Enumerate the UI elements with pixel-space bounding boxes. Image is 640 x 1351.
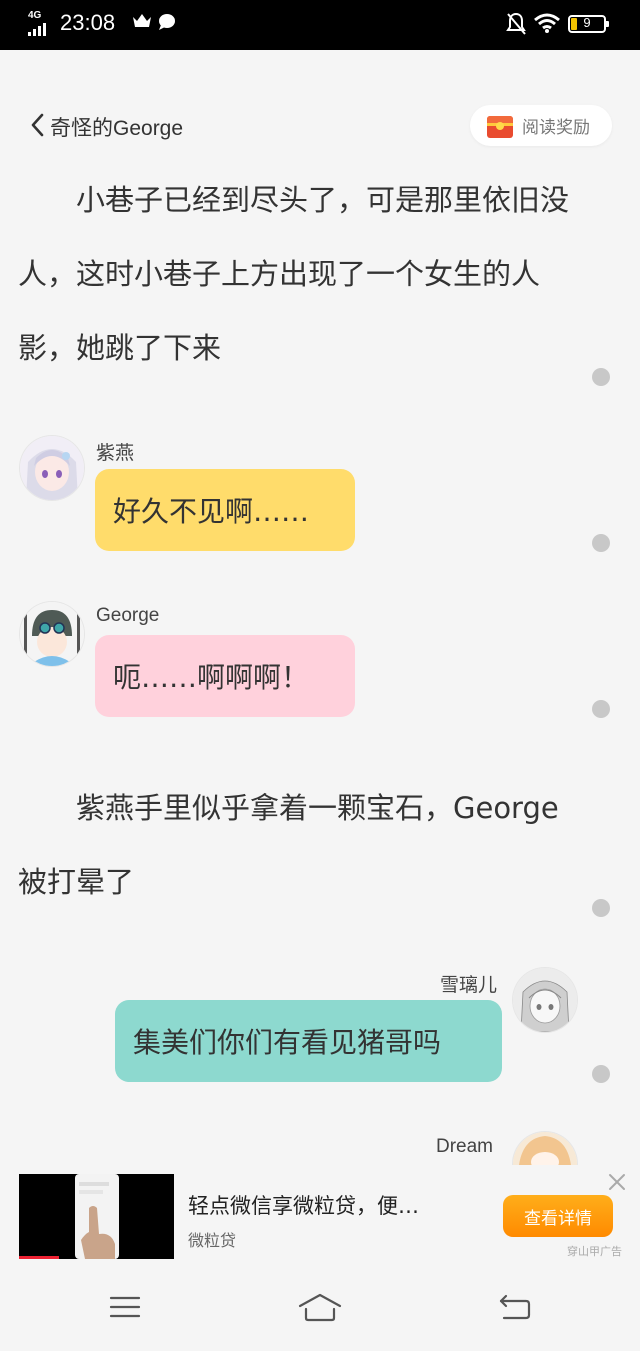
chevron-left-icon: [30, 113, 44, 141]
ad-source: 微粒贷: [188, 1231, 237, 1250]
close-icon[interactable]: [606, 1171, 628, 1193]
ad-banner[interactable]: 轻点微信享微粒贷，便… 微粒贷 查看详情 穿山甲广告: [0, 1165, 640, 1265]
notifications-off-icon: [506, 12, 526, 40]
speaker-name: 雪璃儿: [440, 975, 498, 996]
status-bar: 4G 23:08 9: [0, 0, 640, 50]
back-nav-button[interactable]: [485, 1289, 545, 1329]
chat-message-text: 呃……啊啊啊！: [113, 661, 310, 694]
comment-dot[interactable]: [592, 899, 610, 917]
network-type: 4G: [28, 10, 42, 21]
ad-view-details-button[interactable]: 查看详情: [503, 1195, 613, 1237]
ad-title[interactable]: 轻点微信享微粒贷，便…: [188, 1190, 419, 1220]
comment-dot[interactable]: [592, 534, 610, 552]
back-button[interactable]: 奇怪的George: [30, 110, 183, 144]
back-arrow-icon: [498, 1293, 532, 1325]
cellular-signal-icon: 4G: [26, 10, 52, 36]
battery-level: 9: [583, 15, 591, 30]
reading-reward-button[interactable]: 阅读奖励: [470, 105, 612, 146]
comment-dot[interactable]: [592, 700, 610, 718]
avatar[interactable]: [513, 1132, 577, 1165]
home-icon: [297, 1292, 343, 1326]
chat-bubble-icon: [157, 12, 177, 36]
comment-dot[interactable]: [592, 368, 610, 386]
narration-paragraph: 小巷子已经到尽头了，可是那里依旧没人，这时小巷子上方出现了一个女生的人影，她跳了…: [18, 183, 570, 365]
ad-tag: 穿山甲广告: [567, 1245, 622, 1258]
speaker-name: George: [96, 605, 160, 626]
narration-paragraph: 紫燕手里似乎拿着一颗宝石，George被打晕了: [18, 791, 559, 899]
system-nav-bar: [0, 1265, 640, 1351]
battery-icon: 9: [568, 15, 609, 33]
menu-icon: [109, 1295, 141, 1323]
comment-dot[interactable]: [592, 1065, 610, 1083]
status-time: 23:08: [60, 10, 116, 35]
story-title: 奇怪的George: [50, 117, 184, 140]
wifi-icon: [533, 12, 561, 38]
crown-icon: [132, 12, 152, 34]
speaker-name: 紫燕: [96, 443, 135, 464]
chat-message-text: 好久不见啊……: [113, 495, 310, 528]
avatar[interactable]: [513, 968, 577, 1032]
menu-button[interactable]: [95, 1289, 155, 1329]
chat-bubble: 呃……啊啊啊！: [95, 635, 355, 717]
avatar[interactable]: [20, 602, 84, 666]
red-envelope-icon: [486, 113, 514, 139]
reading-reward-label: 阅读奖励: [522, 118, 590, 138]
speaker-name: Dream: [436, 1136, 494, 1157]
chat-bubble: 集美们你们有看见猪哥吗: [115, 1000, 502, 1082]
ad-image[interactable]: [19, 1174, 174, 1259]
avatar[interactable]: [20, 436, 84, 500]
chat-message-text: 集美们你们有看见猪哥吗: [133, 1026, 442, 1059]
chat-bubble: 好久不见啊……: [95, 469, 355, 551]
home-button[interactable]: [290, 1289, 350, 1329]
